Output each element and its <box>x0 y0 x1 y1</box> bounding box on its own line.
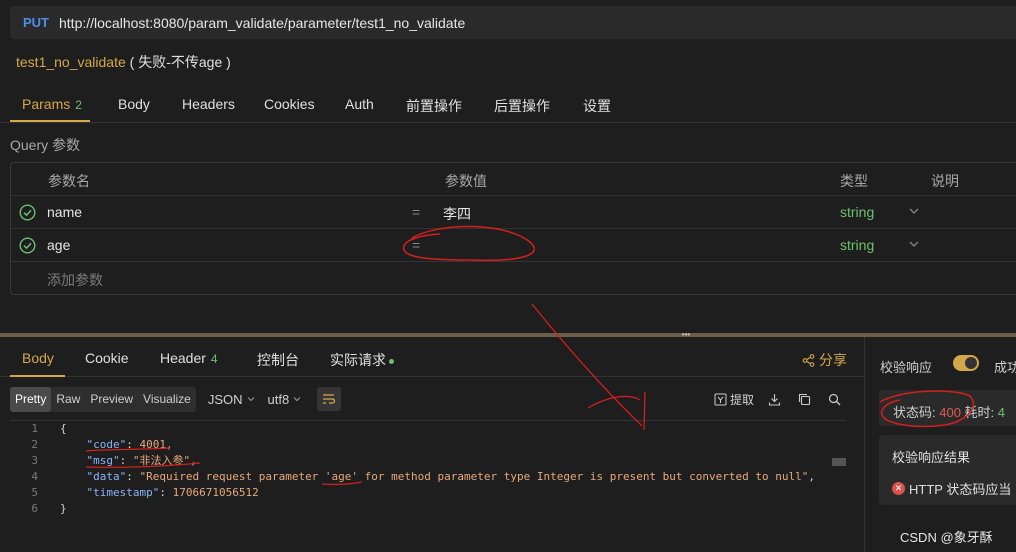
status-dot <box>389 358 394 364</box>
code-line: 3 "msg": "非法入参", <box>31 454 197 467</box>
json-value-msg: "非法入参" <box>132 454 191 467</box>
validate-response-label: 校验响应 <box>880 360 933 375</box>
extract-button[interactable]: 提取 <box>730 391 754 408</box>
url-input[interactable]: http://localhost:8080/param_validate/par… <box>59 15 465 31</box>
watermark: CSDN @象牙酥 <box>900 530 993 545</box>
code-line: 1{ <box>31 422 67 435</box>
download-icon[interactable] <box>768 393 781 406</box>
mode-pretty[interactable]: Pretty <box>10 386 52 412</box>
col-header-name: 参数名 <box>48 173 90 189</box>
view-mode-switch: Pretty Raw Preview Visualize <box>10 386 196 412</box>
param-name[interactable]: name <box>47 204 82 220</box>
search-icon[interactable] <box>828 393 841 406</box>
json-value-code: 4001 <box>139 438 167 451</box>
code-line: 6} <box>31 502 67 515</box>
word-wrap-button[interactable] <box>317 387 342 411</box>
enabled-check-icon[interactable] <box>19 237 36 254</box>
http-method[interactable]: PUT <box>23 15 59 30</box>
param-value[interactable]: 李四 <box>443 204 471 224</box>
request-name-suffix: ( 失败-不传age ) <box>129 54 231 70</box>
json-value-timestamp: 1706671056512 <box>172 486 259 499</box>
code-line: 2 "code": 4001, <box>31 438 173 451</box>
validation-result-line: ✕ HTTP 状态码应当 <box>892 479 1011 498</box>
validate-response-toggle[interactable] <box>953 355 979 371</box>
json-key-timestamp: "timestamp" <box>86 486 160 499</box>
add-param-placeholder[interactable]: 添加参数 <box>47 270 103 290</box>
param-equals: = <box>412 237 421 253</box>
col-header-desc: 说明 <box>931 173 959 189</box>
param-type[interactable]: string <box>840 237 874 253</box>
url-bar[interactable]: PUT http://localhost:8080/param_validate… <box>10 6 1016 39</box>
param-type[interactable]: string <box>840 204 874 220</box>
encoding-select[interactable]: utf8 <box>268 392 303 407</box>
tab-pre-operations[interactable]: 前置操作 <box>406 96 462 116</box>
params-count: 2 <box>75 98 82 112</box>
json-value-data: "Required request parameter 'age' for me… <box>139 470 809 483</box>
code-line: 4 "data": "Required request parameter 'a… <box>31 470 816 483</box>
status-code-label: 状态码: <box>893 405 940 420</box>
language-select[interactable]: JSON <box>208 392 256 407</box>
response-body-viewer[interactable]: 1{ 2 "code": 4001, 3 "msg": "非法入参", 4 "d… <box>10 420 846 552</box>
col-header-type: 类型 <box>840 173 868 189</box>
table-row: age = string <box>11 229 1016 262</box>
table-header-row: 参数名 参数值 类型 说明 <box>11 163 1016 196</box>
table-row: name = 李四 string <box>11 196 1016 229</box>
tab-response-header[interactable]: Header 4 <box>160 350 218 366</box>
status-summary: 状态码: 400 耗时: 4 <box>879 390 1016 426</box>
time-label: 耗时: <box>960 405 998 420</box>
json-key-msg: "msg" <box>86 454 120 467</box>
query-params-table: 参数名 参数值 类型 说明 name = 李四 string age = str… <box>10 162 1016 295</box>
share-icon <box>802 353 815 367</box>
code-line: 5 "timestamp": 1706671056512 <box>31 486 259 499</box>
tab-settings[interactable]: 设置 <box>583 96 611 116</box>
tab-console[interactable]: 控制台 <box>257 350 299 370</box>
chevron-down-icon[interactable] <box>908 205 920 217</box>
tab-cookies[interactable]: Cookies <box>264 96 315 112</box>
share-button[interactable]: 分享 <box>802 350 847 370</box>
col-header-value: 参数值 <box>445 173 487 189</box>
tab-response-body[interactable]: Body <box>22 350 54 366</box>
tab-response-cookie[interactable]: Cookie <box>85 350 129 366</box>
mode-preview[interactable]: Preview <box>85 387 138 412</box>
tab-auth[interactable]: Auth <box>345 96 374 112</box>
tab-params[interactable]: Params 2 <box>22 96 82 112</box>
tab-headers[interactable]: Headers <box>182 96 235 112</box>
response-tools: 提取 <box>714 391 841 408</box>
format-toolbar: Pretty Raw Preview Visualize JSON utf8 <box>10 386 342 412</box>
validation-result-text: HTTP 状态码应当 <box>909 482 1012 497</box>
extract-icon[interactable] <box>714 393 727 406</box>
code-scrollbar[interactable] <box>832 458 846 466</box>
tab-body[interactable]: Body <box>118 96 150 112</box>
json-key-code: "code" <box>86 438 127 451</box>
validation-panel: 校验响应 成功 状态码: 400 耗时: 4 校验响应结果 ✕ HTTP 状态码… <box>864 337 1016 552</box>
param-equals: = <box>412 204 421 220</box>
request-tabs: Params 2 Body Headers Cookies Auth 前置操作 后… <box>0 88 1016 123</box>
json-key-data: "data" <box>86 470 127 483</box>
response-tabs: Body Cookie Header 4 控制台 实际请求 分享 <box>0 337 864 377</box>
mode-visualize[interactable]: Visualize <box>138 387 196 412</box>
tab-actual-request[interactable]: 实际请求 <box>330 350 394 370</box>
active-tab-indicator <box>10 120 90 122</box>
query-params-label: Query 参数 <box>10 137 81 153</box>
request-title: test1_no_validate ( 失败-不传age ) <box>16 52 231 72</box>
enabled-check-icon[interactable] <box>19 204 36 221</box>
request-name[interactable]: test1_no_validate <box>16 54 126 70</box>
tab-post-operations[interactable]: 后置操作 <box>494 96 550 116</box>
copy-icon[interactable] <box>798 393 811 406</box>
chevron-down-icon <box>293 397 301 402</box>
validation-result-title: 校验响应结果 <box>892 450 971 465</box>
wrap-icon <box>323 394 336 404</box>
time-value: 4 <box>997 405 1006 420</box>
validation-result: 校验响应结果 ✕ HTTP 状态码应当 <box>879 435 1016 505</box>
validate-success-label: 成功 <box>994 360 1016 375</box>
error-icon: ✕ <box>892 482 905 495</box>
param-name[interactable]: age <box>47 237 70 253</box>
chevron-down-icon[interactable] <box>908 238 920 250</box>
add-param-row[interactable]: 添加参数 <box>11 262 1016 295</box>
header-count: 4 <box>210 352 218 366</box>
mode-raw[interactable]: Raw <box>51 387 85 412</box>
status-code-value: 400 <box>939 405 961 420</box>
chevron-down-icon <box>247 397 254 402</box>
active-tab-indicator <box>10 375 65 377</box>
